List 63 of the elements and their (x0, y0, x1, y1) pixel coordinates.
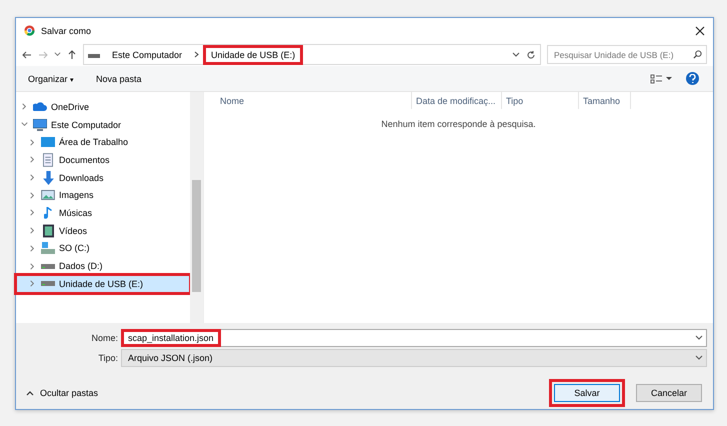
back-icon[interactable] (22, 50, 32, 60)
field-label: Nome: (90, 333, 119, 343)
view-options-icon[interactable] (650, 74, 672, 84)
desktop-icon (41, 137, 55, 148)
chevron-icon[interactable] (28, 190, 37, 200)
drive-icon (41, 264, 55, 269)
breadcrumb[interactable]: Este Computador (106, 46, 188, 62)
refresh-icon[interactable] (526, 50, 536, 60)
tree-item[interactable]: Área de Trabalho (16, 133, 190, 152)
chevron-icon[interactable] (28, 279, 37, 288)
chevron-icon[interactable] (28, 244, 37, 253)
tree-item[interactable]: Documentos (16, 151, 190, 169)
chevron-icon[interactable] (28, 226, 37, 236)
system-drive-icon (41, 242, 55, 254)
filename-field[interactable]: scap_installation.json (121, 329, 707, 347)
chevron-icon[interactable] (20, 102, 29, 112)
chevron-icon (194, 51, 200, 58)
cloud-icon (33, 102, 47, 112)
tree-item[interactable]: Este Computador (16, 116, 190, 134)
browser-icon (24, 25, 35, 36)
scrollbar[interactable] (190, 92, 203, 323)
column-header[interactable]: Nome (216, 92, 412, 109)
search-field[interactable]: Pesquisar Unidade de USB (E:) (547, 45, 707, 64)
window-title: Salvar como (41, 26, 92, 36)
tree-item[interactable]: Vídeos (16, 222, 190, 240)
breadcrumb[interactable]: Unidade de USB (E:) (205, 46, 302, 62)
cancel-button[interactable]: Cancelar (636, 384, 702, 402)
tree-item[interactable]: Dados (D:) (16, 257, 190, 275)
column-header[interactable]: Tamanho (579, 92, 631, 109)
hide-folders-button[interactable]: Ocultar pastas (26, 388, 98, 398)
empty-message: Nenhum item corresponde à pesquisa. (380, 119, 537, 129)
chevron-icon[interactable] (28, 155, 37, 164)
videos-icon (42, 224, 54, 238)
tree-item[interactable]: Unidade de USB (E:) (16, 274, 190, 293)
close-icon[interactable] (695, 26, 705, 36)
help-icon[interactable] (686, 72, 699, 85)
chevron-icon[interactable] (28, 138, 37, 147)
tree-item[interactable]: Músicas (16, 204, 190, 222)
tree-item[interactable]: OneDrive (16, 98, 190, 116)
field-label: Tipo: (97, 353, 119, 363)
save-button[interactable]: Salvar (554, 384, 620, 402)
chevron-icon[interactable] (28, 173, 37, 182)
column-header[interactable]: Tipo (502, 92, 579, 109)
chevron-icon[interactable] (28, 262, 37, 271)
up-icon[interactable] (67, 50, 77, 60)
images-icon (41, 190, 55, 200)
computer-icon (33, 118, 47, 131)
dropdown-icon[interactable] (512, 50, 520, 58)
tree-item[interactable]: Downloads (16, 168, 190, 186)
documents-icon (43, 152, 53, 167)
search-icon (693, 50, 702, 59)
tree-item[interactable]: Imagens (16, 186, 190, 204)
music-icon (44, 206, 52, 220)
column-header[interactable]: Data de modificaç... (412, 92, 502, 109)
downloads-icon (42, 170, 54, 185)
dropdown-icon[interactable] (54, 51, 61, 58)
chevron-up-icon[interactable] (26, 390, 34, 396)
chevron-icon[interactable] (28, 208, 37, 218)
toolbar-button[interactable]: Nova pasta (92, 72, 146, 86)
dropdown-icon[interactable] (695, 335, 703, 341)
address-bar[interactable]: Este Computador Unidade de USB (E:) (83, 44, 541, 65)
drive-icon (41, 281, 55, 286)
tree-item[interactable]: SO (C:) (16, 240, 190, 258)
